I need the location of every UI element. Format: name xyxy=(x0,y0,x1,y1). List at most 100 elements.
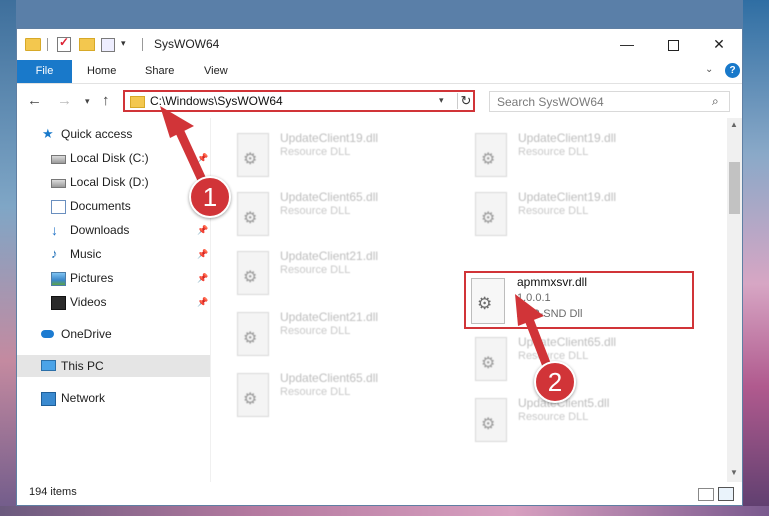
sidebar-item-pictures[interactable]: Pictures 📌 xyxy=(17,267,210,289)
sidebar-item-local-disk-d[interactable]: Local Disk (D:) xyxy=(17,171,210,193)
file-name: UpdateClient21.dll xyxy=(280,310,379,324)
item-count: 194 items xyxy=(29,486,77,498)
step-badge-1: 1 xyxy=(189,176,231,218)
file-tile[interactable]: ⚙ UpdateClient21.dll Resource DLL xyxy=(224,245,454,299)
close-button[interactable]: ✕ xyxy=(696,29,742,59)
address-path[interactable]: C:\Windows\SysWOW64 xyxy=(150,94,283,108)
refresh-button[interactable]: ↻ xyxy=(457,93,474,109)
folder-icon xyxy=(130,96,145,108)
file-icon: ⚙ xyxy=(475,133,507,177)
file-tile[interactable]: ⚙ UpdateClient65.dll Resource DLL xyxy=(224,186,454,240)
address-history-chevron-down-icon[interactable]: ▾ xyxy=(439,95,444,106)
forward-button[interactable]: → xyxy=(57,92,72,109)
pin-icon[interactable]: 📌 xyxy=(197,243,208,265)
sidebar-item-label: Documents xyxy=(70,199,131,213)
file-name: UpdateClient19.dll xyxy=(518,131,617,145)
rename-icon[interactable] xyxy=(101,38,115,52)
file-tile[interactable]: ⚙ UpdateClient19.dll Resource DLL xyxy=(462,127,692,181)
sidebar-item-this-pc[interactable]: This PC xyxy=(17,355,210,377)
file-name: apmmxsvr.dll xyxy=(517,275,588,289)
maximize-button[interactable] xyxy=(650,29,696,59)
file-tile[interactable]: ⚙ UpdateClient65.dll Resource DLL xyxy=(224,367,454,421)
sidebar-item-label: Network xyxy=(61,391,106,405)
file-version: 1.0.0.1 xyxy=(517,292,551,304)
expand-ribbon-chevron-down-icon[interactable]: ⌄ xyxy=(705,64,713,75)
sidebar-item-label: Pictures xyxy=(70,271,114,285)
file-name: UpdateClient65.dll xyxy=(280,371,379,385)
file-type: Resource DLL xyxy=(280,146,351,158)
file-tile[interactable]: ⚙ UpdateClient5.dll Resource DLL xyxy=(462,392,692,446)
videos-icon xyxy=(51,296,66,310)
file-name: UpdateClient21.dll xyxy=(280,249,379,263)
recent-locations-chevron-down-icon[interactable]: ▾ xyxy=(85,96,90,107)
sidebar-item-label: Local Disk (C:) xyxy=(70,151,149,165)
tab-file[interactable]: File xyxy=(17,60,72,83)
folder-icon xyxy=(25,38,41,51)
pin-icon[interactable]: 📌 xyxy=(197,219,208,241)
tab-share[interactable]: Share xyxy=(145,60,174,83)
sidebar-item-music[interactable]: ♪ Music 📌 xyxy=(17,243,210,265)
pin-icon[interactable]: 📌 xyxy=(197,267,208,289)
tab-home[interactable]: Home xyxy=(87,60,116,83)
status-bar: 194 items xyxy=(17,482,742,505)
maximize-icon xyxy=(667,39,679,51)
toolbar-divider xyxy=(142,38,143,51)
file-description: ACP-SND Dll xyxy=(517,308,583,320)
file-tile[interactable]: ⚙ UpdateClient21.dll Resource DLL xyxy=(224,306,454,360)
back-button[interactable]: ← xyxy=(27,92,42,109)
file-tile[interactable]: ⚙ UpdateClient19.dll Resource DLL xyxy=(224,127,454,181)
highlighted-file-tile[interactable]: ⚙ apmmxsvr.dll 1.0.0.1 ACP-SND Dll xyxy=(464,271,694,329)
file-icon: ⚙ xyxy=(237,251,269,295)
file-type: Resource DLL xyxy=(518,411,589,423)
navigation-bar: ← → ▾ ↑ C:\Windows\SysWOW64 ▾ ↻ Search S… xyxy=(17,84,742,118)
file-tile[interactable]: ⚙ UpdateClient19.dll Resource DLL xyxy=(462,186,692,240)
up-button[interactable]: ↑ xyxy=(102,92,110,109)
sidebar-item-network[interactable]: Network xyxy=(17,387,210,409)
file-type: Resource DLL xyxy=(280,205,351,217)
desktop-background xyxy=(0,0,16,516)
sidebar-item-documents[interactable]: Documents 📌 xyxy=(17,195,210,217)
dll-file-icon: ⚙ xyxy=(471,278,505,324)
step-badge-2: 2 xyxy=(534,361,576,403)
sidebar-item-local-disk-c[interactable]: Local Disk (C:) 📌 xyxy=(17,147,210,169)
customize-toolbar-chevron-down-icon[interactable]: ▾ xyxy=(121,38,126,49)
sidebar-item-label: Music xyxy=(70,247,102,261)
sidebar-item-downloads[interactable]: ↓ Downloads 📌 xyxy=(17,219,210,241)
pc-icon xyxy=(41,360,56,371)
disk-icon xyxy=(51,179,66,188)
file-icon: ⚙ xyxy=(237,133,269,177)
pin-icon[interactable]: 📌 xyxy=(197,147,208,169)
window-title: SysWOW64 xyxy=(154,37,220,51)
new-folder-icon[interactable] xyxy=(79,38,95,51)
sidebar-item-videos[interactable]: Videos 📌 xyxy=(17,291,210,313)
tab-view[interactable]: View xyxy=(204,60,228,83)
file-name: UpdateClient19.dll xyxy=(518,190,617,204)
disk-icon xyxy=(51,155,66,164)
file-type: Resource DLL xyxy=(280,264,351,276)
file-icon: ⚙ xyxy=(237,373,269,417)
details-view-icon[interactable] xyxy=(698,488,714,501)
properties-check-icon[interactable]: ✓ xyxy=(57,35,71,52)
file-icon: ⚙ xyxy=(475,192,507,236)
file-tile[interactable]: ⚙ UpdateClient65.dll Resource DLL xyxy=(462,331,692,385)
downloads-icon: ↓ xyxy=(51,222,58,238)
sidebar-item-label: OneDrive xyxy=(61,327,112,341)
pin-icon[interactable]: 📌 xyxy=(197,291,208,313)
large-icons-view-icon[interactable] xyxy=(718,487,734,501)
scroll-up-icon[interactable]: ▲ xyxy=(730,120,738,129)
help-icon[interactable]: ? xyxy=(725,63,740,78)
scroll-thumb[interactable] xyxy=(729,162,740,214)
sidebar-item-onedrive[interactable]: OneDrive xyxy=(17,323,210,345)
search-icon[interactable]: ⌕ xyxy=(712,94,719,109)
sidebar-item-quick-access[interactable]: ★ Quick access xyxy=(17,123,210,145)
sidebar-item-label: Videos xyxy=(70,295,107,309)
address-bar[interactable]: C:\Windows\SysWOW64 ▾ ↻ xyxy=(123,90,475,112)
scroll-down-icon[interactable]: ▼ xyxy=(730,468,738,477)
ribbon-tabs: File Home Share View ⌄ ? xyxy=(17,59,742,84)
minimize-button[interactable]: — xyxy=(604,29,650,59)
sidebar-item-label: Quick access xyxy=(61,127,133,141)
file-type: Resource DLL xyxy=(518,146,589,158)
file-type: Resource DLL xyxy=(280,386,351,398)
search-input[interactable]: Search SysWOW64 ⌕ xyxy=(489,91,730,112)
vertical-scrollbar[interactable]: ▲ ▼ xyxy=(727,118,742,482)
